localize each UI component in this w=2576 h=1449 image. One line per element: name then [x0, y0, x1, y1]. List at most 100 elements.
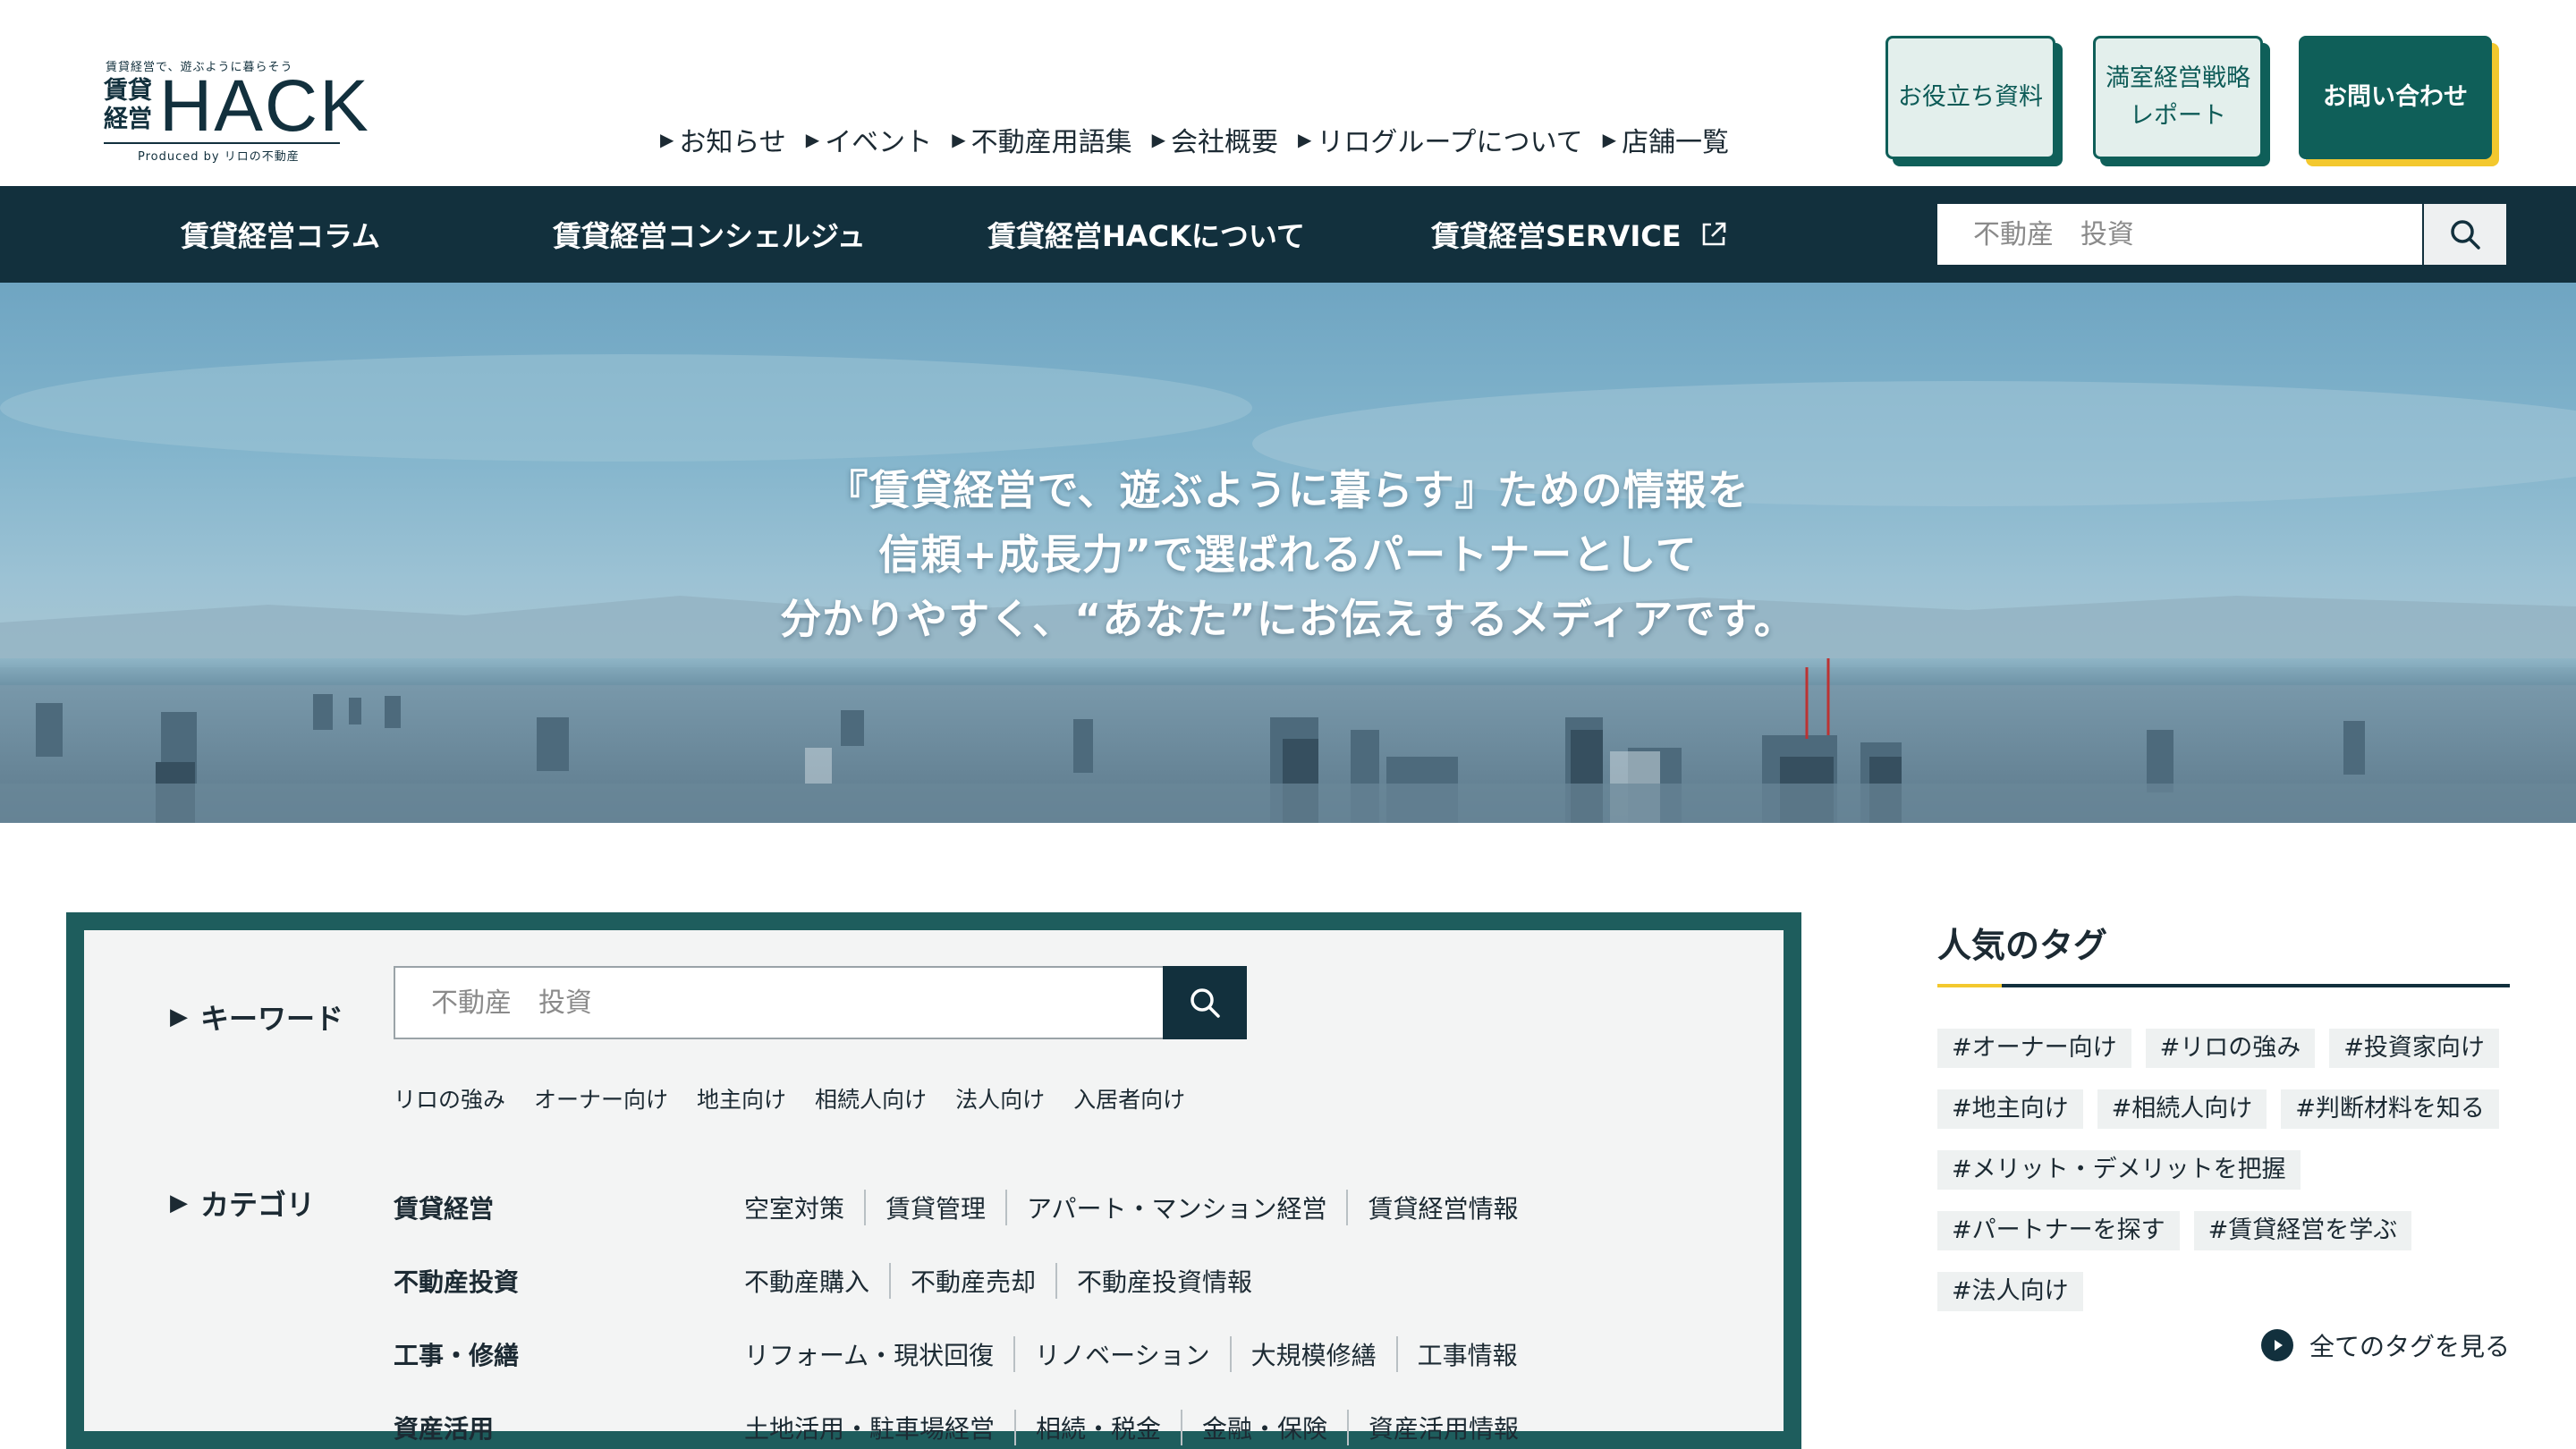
tag-chip[interactable]: #法人向け	[1937, 1272, 2083, 1311]
report-button-line2: レポート	[2130, 102, 2226, 130]
tag-list: #オーナー向け #リロの強み #投資家向け #地主向け #相続人向け #判断材料…	[1937, 1029, 2510, 1311]
report-button[interactable]: 満室経営戦略 レポート	[2093, 36, 2263, 159]
triangle-right-icon: ▶	[1602, 129, 1617, 150]
hero-line-2: 信頼+成長力”で選ばれるパートナーとして	[878, 530, 1698, 579]
triangle-right-icon: ▶	[1297, 129, 1312, 150]
subcategory-link[interactable]: 空室対策	[744, 1190, 864, 1225]
nav-search-button[interactable]	[2422, 204, 2506, 265]
site-header: 賃貸経営で、遊ぶように暮らそう 賃貸経営 HACK Produced by リロ…	[0, 0, 2576, 186]
subcategory-list: 不動産購入 不動産売却 不動産投資情報	[744, 1263, 1272, 1299]
top-nav-label: 店舗一覧	[1622, 127, 1730, 158]
keyword-link[interactable]: 入居者向け	[1073, 1082, 1185, 1114]
subcategory-link[interactable]: 賃貸管理	[864, 1190, 1005, 1225]
top-nav-news[interactable]: ▶ お知らせ	[660, 120, 786, 159]
keyword-link[interactable]: 地主向け	[697, 1082, 786, 1114]
subcategory-link[interactable]: 大規模修繕	[1229, 1336, 1396, 1372]
subcategory-link[interactable]: 金融・保険	[1181, 1410, 1347, 1445]
subcategory-link[interactable]: 土地活用・駐車場経営	[744, 1410, 1014, 1445]
hero-banner: 『賃貸経営で、遊ぶように暮らす』ための情報を 信頼+成長力”で選ばれるパートナー…	[0, 283, 2576, 823]
tag-chip[interactable]: #メリット・デメリットを把握	[1937, 1150, 2301, 1190]
triangle-right-icon: ▶	[170, 1004, 188, 1030]
triangle-right-icon: ▶	[1151, 129, 1165, 150]
top-nav-stores[interactable]: ▶ 店舗一覧	[1603, 120, 1729, 159]
resources-button-label: お役立ち資料	[1898, 83, 2043, 111]
top-nav: ▶ お知らせ ▶ イベント ▶ 不動産用語集 ▶ 会社概要 ▶ リログループについて ▶ 店…	[660, 120, 1729, 159]
subcategory-link[interactable]: リフォーム・現状回復	[744, 1336, 1013, 1372]
subcategory-link[interactable]: アパート・マンション経営	[1005, 1190, 1346, 1225]
top-nav-events[interactable]: ▶ イベント	[806, 120, 932, 159]
category-name[interactable]: 工事・修繕	[394, 1336, 519, 1372]
main-nav-about[interactable]: 賃貸経営HACKについて	[987, 186, 1305, 283]
report-button-line1: 満室経営戦略	[2106, 64, 2250, 92]
logo-wordmark: HACK	[159, 65, 370, 147]
tag-chip[interactable]: #パートナーを探す	[1937, 1211, 2180, 1250]
main-nav-service[interactable]: 賃貸経営SERVICE	[1431, 186, 1728, 283]
site-logo[interactable]: 賃貸経営で、遊ぶように暮らそう 賃貸経営 HACK Produced by リロ…	[104, 57, 369, 165]
category-name[interactable]: 不動産投資	[394, 1263, 519, 1299]
all-tags-link[interactable]: 全てのタグを見る	[2260, 1327, 2510, 1363]
subcategory-link[interactable]: 賃貸経営情報	[1346, 1190, 1538, 1225]
top-nav-relo-group[interactable]: ▶ リログループについて	[1298, 120, 1583, 159]
main-nav-label: 賃貸経営コンシェルジュ	[553, 219, 866, 253]
contact-button[interactable]: お問い合わせ	[2299, 36, 2492, 159]
keyword-search-input[interactable]	[395, 968, 1165, 1038]
search-panel: ▶ キーワード リロの強み オーナー向け 地主向け 相続人向け 法人向け 入居者…	[66, 912, 1801, 1449]
tag-chip[interactable]: #判断材料を知る	[2281, 1089, 2499, 1129]
search-icon	[1187, 985, 1223, 1021]
tag-chip[interactable]: #地主向け	[1937, 1089, 2083, 1129]
hero-line-1: 『賃貸経営で、遊ぶように暮らす』ための情報を	[826, 466, 1750, 514]
tag-chip[interactable]: #賃貸経営を学ぶ	[2193, 1211, 2412, 1250]
main-nav-label: 賃貸経営コラム	[181, 219, 381, 253]
triangle-right-icon: ▶	[170, 1190, 188, 1216]
category-label: ▶ カテゴリ	[170, 1182, 315, 1224]
top-nav-label: イベント	[825, 127, 933, 158]
main-nav-label: 賃貸経営SERVICE	[1431, 219, 1682, 253]
top-nav-company[interactable]: ▶ 会社概要	[1152, 120, 1278, 159]
title-underline	[1937, 984, 2510, 987]
main-nav-concierge[interactable]: 賃貸経営コンシェルジュ	[553, 186, 866, 283]
keyword-link[interactable]: 相続人向け	[815, 1082, 927, 1114]
subcategory-list: 空室対策 賃貸管理 アパート・マンション経営 賃貸経営情報	[744, 1190, 1538, 1225]
subcategory-link[interactable]: 不動産投資情報	[1055, 1263, 1272, 1299]
keyword-label-text: キーワード	[200, 1002, 344, 1036]
category-name[interactable]: 賃貸経営	[394, 1190, 494, 1225]
triangle-right-icon: ▶	[660, 129, 674, 150]
subcategory-link[interactable]: リノベーション	[1013, 1336, 1229, 1372]
popular-tags-title: 人気のタグ	[1937, 926, 2108, 965]
resources-button[interactable]: お役立ち資料	[1885, 36, 2055, 159]
tag-chip[interactable]: #オーナー向け	[1937, 1029, 2131, 1068]
top-nav-label: リログループについて	[1317, 127, 1583, 158]
top-nav-label: お知らせ	[679, 127, 786, 158]
all-tags-label: 全てのタグを見る	[2309, 1332, 2510, 1361]
title-underline-accent	[1937, 984, 2002, 987]
keyword-link[interactable]: リロの強み	[394, 1082, 505, 1114]
subcategory-link[interactable]: 工事情報	[1395, 1336, 1538, 1372]
subcategory-link[interactable]: 不動産売却	[889, 1263, 1055, 1299]
logo-rule	[104, 142, 340, 144]
keyword-search-button[interactable]	[1163, 966, 1247, 1039]
main-nav: 賃貸経営コラム 賃貸経営コンシェルジュ 賃貸経営HACKについて 賃貸経営SER…	[0, 186, 2576, 283]
play-circle-icon	[2260, 1329, 2293, 1361]
hero-line-3: 分かりやすく、“あなた”にお伝えするメディアです。	[780, 595, 1796, 643]
keyword-link[interactable]: 法人向け	[955, 1082, 1045, 1114]
main-nav-column[interactable]: 賃貸経営コラム	[181, 186, 380, 283]
subcategory-link[interactable]: 資産活用情報	[1347, 1410, 1538, 1445]
tag-chip[interactable]: #リロの強み	[2145, 1029, 2316, 1068]
keyword-label: ▶ キーワード	[170, 996, 343, 1038]
keyword-links: リロの強み オーナー向け 地主向け 相続人向け 法人向け 入居者向け	[394, 1082, 1185, 1114]
search-icon	[2447, 216, 2483, 252]
subcategory-link[interactable]: 相続・税金	[1014, 1410, 1181, 1445]
external-link-icon	[1699, 220, 1728, 249]
subcategory-link[interactable]: 不動産購入	[744, 1263, 889, 1299]
tag-chip[interactable]: #投資家向け	[2329, 1029, 2499, 1068]
subcategory-list: 土地活用・駐車場経営 相続・税金 金融・保険 資産活用情報	[744, 1410, 1538, 1445]
tag-chip[interactable]: #相続人向け	[2097, 1089, 2267, 1129]
nav-search-input[interactable]	[1937, 204, 2424, 265]
category-name[interactable]: 資産活用	[394, 1410, 494, 1445]
logo-produced-by: Produced by リロの不動産	[138, 150, 300, 164]
keyword-link[interactable]: オーナー向け	[534, 1082, 668, 1114]
hero-copy: 『賃貸経営で、遊ぶように暮らす』ための情報を 信頼+成長力”で選ばれるパートナー…	[0, 458, 2576, 651]
top-nav-glossary[interactable]: ▶ 不動産用語集	[952, 120, 1131, 159]
nav-search	[1936, 202, 2508, 267]
category-label-text: カテゴリ	[200, 1188, 316, 1222]
